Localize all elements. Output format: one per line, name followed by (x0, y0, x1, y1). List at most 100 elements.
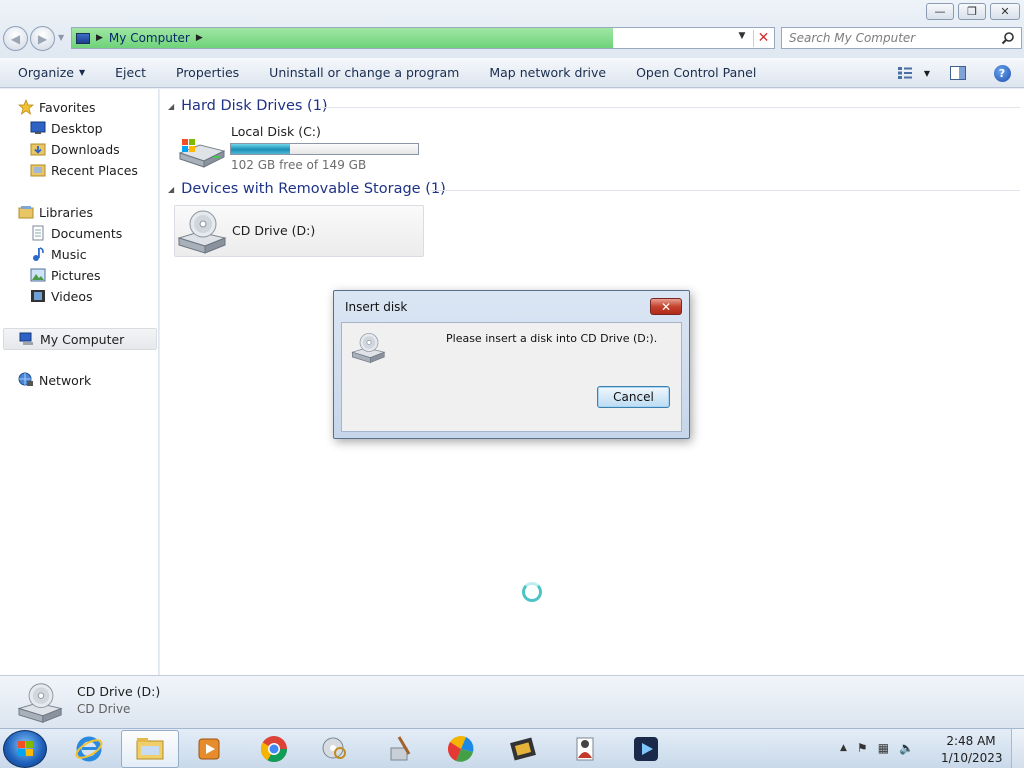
computer-icon (19, 332, 33, 345)
show-hidden-icons-button[interactable]: ▲ (840, 743, 847, 753)
details-pane: CD Drive (D:) CD Drive (0, 675, 1024, 728)
nav-favorites[interactable]: Favorites (18, 97, 95, 117)
breadcrumb-arrow-icon[interactable]: ▶ (96, 33, 103, 43)
help-icon: ? (993, 64, 1011, 82)
nav-pictures-label: Pictures (51, 267, 101, 283)
taskbar-windows-explorer[interactable] (121, 730, 179, 768)
stop-icon: ✕ (757, 30, 770, 46)
nav-my-computer[interactable]: My Computer (3, 328, 157, 350)
taskbar-chrome[interactable] (245, 730, 303, 768)
divider (430, 190, 1020, 191)
change-view-button[interactable] (892, 61, 918, 85)
breadcrumb-arrow-icon[interactable]: ▶ (196, 33, 203, 43)
network-icon (18, 372, 33, 386)
cd-drive-icon (351, 333, 386, 364)
nav-pictures[interactable]: Pictures (30, 265, 101, 285)
removable-group-header[interactable]: ◢ Devices with Removable Storage (1) (168, 181, 446, 197)
nav-documents[interactable]: Documents (30, 223, 122, 243)
videos-icon (31, 290, 45, 302)
volume-icon[interactable]: 🔈 (899, 741, 914, 755)
details-item-name: CD Drive (D:) (77, 684, 161, 699)
address-history-dropdown[interactable]: ▼ (733, 31, 751, 47)
organize-button[interactable]: Organize ▼ (0, 61, 100, 85)
preview-pane-button[interactable] (936, 61, 980, 85)
taskbar-video-player[interactable] (617, 730, 675, 768)
preview-pane-icon (950, 66, 966, 80)
clock-date[interactable]: 1/10/2023 (941, 751, 1003, 765)
nav-recent-places-label: Recent Places (51, 162, 138, 178)
show-desktop-button[interactable] (1011, 729, 1024, 768)
forward-button[interactable]: ▶ (30, 26, 55, 51)
network-status-icon[interactable]: ▦ (878, 741, 889, 755)
nav-my-computer-label: My Computer (40, 331, 125, 347)
chevron-down-icon: ▼ (923, 68, 931, 78)
collapse-triangle-icon: ◢ (168, 184, 175, 194)
view-dropdown-button[interactable]: ▼ (918, 61, 936, 85)
chrome-icon (260, 736, 288, 763)
uninstall-program-button[interactable]: Uninstall or change a program (254, 61, 474, 85)
stop-loading-button[interactable]: ✕ (753, 30, 773, 47)
taskbar-disc-tool[interactable] (306, 730, 364, 768)
view-options-icon (898, 67, 912, 79)
help-button[interactable]: ? (980, 61, 1024, 85)
cancel-button[interactable]: Cancel (597, 386, 670, 408)
window-title-bar: — ❐ ✕ ◀ ▶ ▼ ▶ My Computer ▶ ▼ ✕ Search M… (0, 0, 1024, 58)
local-disk-c[interactable]: Local Disk (C:) 102 GB free of 149 GB (176, 123, 426, 173)
back-button[interactable]: ◀ (3, 26, 28, 51)
eject-button[interactable]: Eject (100, 61, 161, 85)
hard-drive-icon (178, 139, 226, 168)
taskbar-media-center[interactable] (180, 730, 238, 768)
search-input[interactable]: Search My Computer (781, 27, 1022, 49)
recent-pages-dropdown[interactable]: ▼ (58, 33, 64, 42)
clock-time[interactable]: 2:48 AM (941, 734, 1001, 748)
navigation-pane: Favorites Desktop Downloads Recent Place… (0, 89, 159, 675)
star-icon (18, 99, 34, 115)
folder-icon (136, 738, 164, 760)
nav-videos-label: Videos (51, 288, 93, 304)
insert-disk-dialog: Insert disk ✕ Please insert a disk into … (333, 290, 690, 439)
minimize-icon: — (934, 5, 946, 18)
divider (320, 107, 1020, 108)
nav-desktop[interactable]: Desktop (30, 118, 103, 138)
address-bar[interactable]: ▶ My Computer ▶ ▼ ✕ (71, 27, 775, 49)
close-window-button[interactable]: ✕ (990, 3, 1020, 20)
hdd-group-header[interactable]: ◢ Hard Disk Drives (1) (168, 98, 328, 114)
open-control-panel-button[interactable]: Open Control Panel (621, 61, 771, 85)
local-disk-c-free-space: 102 GB free of 149 GB (231, 158, 367, 172)
nav-music[interactable]: Music (30, 244, 87, 264)
close-icon: ✕ (1000, 5, 1010, 18)
chevron-down-icon: ▼ (79, 68, 86, 77)
taskbar-movie-maker[interactable] (494, 730, 552, 768)
restore-button[interactable]: ❐ (958, 3, 986, 20)
nav-videos[interactable]: Videos (30, 286, 93, 306)
nav-libraries-label: Libraries (39, 204, 93, 220)
search-icon[interactable] (1001, 31, 1015, 45)
nav-libraries[interactable]: Libraries (18, 202, 93, 222)
taskbar-app-fan[interactable] (432, 730, 490, 768)
action-center-flag-icon[interactable]: ⚑ (857, 741, 868, 755)
taskbar-cleanup-tool[interactable] (371, 730, 429, 768)
dialog-message: Please insert a disk into CD Drive (D:). (446, 332, 658, 345)
computer-icon (76, 32, 90, 44)
taskbar-user-tool[interactable] (555, 730, 613, 768)
nav-recent-places[interactable]: Recent Places (30, 160, 138, 180)
properties-button[interactable]: Properties (161, 61, 254, 85)
nav-downloads[interactable]: Downloads (30, 139, 120, 159)
forward-arrow-icon: ▶ (37, 31, 48, 46)
busy-cursor-icon (522, 582, 542, 602)
taskbar-internet-explorer[interactable] (60, 730, 118, 768)
nav-network[interactable]: Network (18, 370, 91, 390)
pictures-icon (30, 268, 46, 282)
breadcrumb-my-computer[interactable]: My Computer (109, 31, 190, 45)
nav-network-label: Network (39, 372, 92, 388)
collapse-triangle-icon: ◢ (168, 101, 175, 111)
start-button[interactable] (3, 730, 47, 768)
film-strip-icon (510, 737, 536, 761)
cd-drive-d[interactable]: CD Drive (D:) (174, 205, 424, 257)
map-network-drive-button[interactable]: Map network drive (474, 61, 621, 85)
user-document-icon (576, 737, 594, 761)
dialog-close-button[interactable]: ✕ (650, 298, 682, 315)
minimize-button[interactable]: — (926, 3, 954, 20)
local-disk-c-label: Local Disk (C:) (231, 124, 321, 139)
nav-documents-label: Documents (51, 225, 123, 241)
